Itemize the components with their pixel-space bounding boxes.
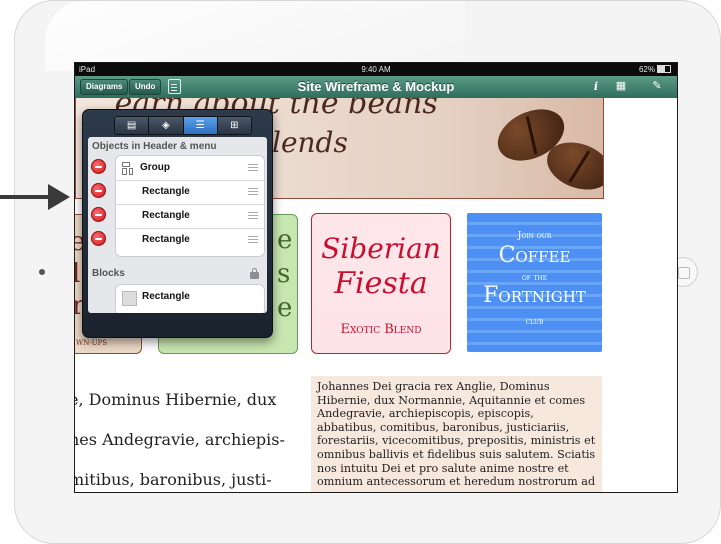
section-header-blocks: Blocks bbox=[92, 268, 125, 279]
red-card-line3: Exotic Blend bbox=[340, 322, 422, 337]
blue-card-line2: Coffee bbox=[498, 243, 571, 268]
group-icon bbox=[122, 162, 136, 175]
popover-list: Objects in Header & menu Group Rectangle… bbox=[88, 137, 267, 313]
objects-list: Group Rectangle Rectangle Rectangle bbox=[115, 155, 265, 257]
green-card-text: e bbox=[277, 225, 293, 255]
callout-arrow-head bbox=[48, 184, 70, 210]
list-item-label: Rectangle bbox=[142, 210, 190, 221]
status-bar: iPad 9:40 AM 62% bbox=[75, 63, 677, 76]
frame-sheen bbox=[45, 1, 465, 71]
brown-card-text: l bbox=[75, 259, 80, 289]
list-item-rectangle[interactable]: Rectangle bbox=[116, 180, 264, 205]
rectangle-swatch-icon bbox=[122, 291, 137, 306]
section-header-objects: Objects in Header & menu bbox=[92, 141, 217, 152]
siberian-fiesta-card[interactable]: Siberian Fiesta Exotic Blend bbox=[311, 213, 451, 354]
list-item-group[interactable]: Group bbox=[116, 156, 264, 181]
delete-icon[interactable] bbox=[91, 231, 106, 246]
reorder-icon[interactable] bbox=[248, 236, 258, 244]
red-card-line1: Siberian bbox=[321, 232, 441, 265]
blue-card-line4: Fortnight bbox=[483, 283, 586, 308]
blue-card-line1: Join our bbox=[517, 231, 552, 241]
camera-dot bbox=[39, 269, 45, 275]
list-item-rectangle[interactable]: Rectangle bbox=[116, 228, 264, 252]
block-item[interactable]: Rectangle bbox=[115, 284, 265, 313]
ipad-screen: iPad 9:40 AM 62% Diagrams Undo Site Wire… bbox=[74, 62, 678, 493]
pencil-icon[interactable]: ✎ bbox=[645, 79, 669, 94]
brown-card-small-text: WN-UPS bbox=[76, 339, 108, 347]
block-item-label: Rectangle bbox=[142, 291, 190, 302]
list-item-label: Rectangle bbox=[142, 234, 190, 245]
red-card-line2: Fiesta bbox=[334, 266, 428, 301]
callout-arrow-line bbox=[0, 195, 50, 199]
battery-icon bbox=[657, 65, 671, 73]
latin-text: Johannes Dei gracia rex Anglie, Dominus … bbox=[317, 380, 596, 489]
grid-icon[interactable]: ▦ bbox=[613, 79, 629, 94]
grid-view-icon[interactable]: ⊞ bbox=[217, 117, 251, 134]
list-item-label: Group bbox=[140, 162, 170, 173]
delete-icon[interactable] bbox=[91, 183, 106, 198]
green-card-text: s bbox=[277, 259, 291, 289]
nav-bar: Diagrams Undo Site Wireframe & Mockup i … bbox=[75, 76, 677, 99]
delete-icon[interactable] bbox=[91, 159, 106, 174]
status-battery: 62% bbox=[639, 63, 671, 76]
body-text-line: e, Dominus Hibernie, dux bbox=[74, 390, 277, 409]
reorder-icon[interactable] bbox=[248, 188, 258, 196]
coffee-fortnight-card[interactable]: Join our Coffee of the Fortnight club bbox=[467, 213, 602, 352]
body-text-line: nes Andegravie, archiepis- bbox=[74, 430, 285, 449]
banner-text: lends bbox=[272, 126, 348, 159]
layers-popover[interactable]: ▤ ◈ ☰ ⊞ Objects in Header & menu Group R… bbox=[82, 109, 273, 338]
reorder-icon[interactable] bbox=[248, 212, 258, 220]
list-icon[interactable]: ☰ bbox=[183, 117, 218, 134]
status-time: 9:40 AM bbox=[361, 65, 391, 74]
latin-text-block[interactable]: Johannes Dei gracia rex Anglie, Dominus … bbox=[311, 376, 602, 492]
popover-segmented-control[interactable]: ▤ ◈ ☰ ⊞ bbox=[114, 116, 252, 135]
home-square-icon bbox=[678, 267, 690, 279]
battery-percent: 62% bbox=[638, 65, 655, 74]
pages-icon[interactable]: ▤ bbox=[115, 117, 150, 134]
layers-icon[interactable]: ◈ bbox=[149, 117, 184, 134]
blue-card-line5: club bbox=[525, 317, 544, 326]
body-text-line: mitibus, baronibus, justi- bbox=[74, 470, 272, 489]
list-item-rectangle[interactable]: Rectangle bbox=[116, 204, 264, 229]
delete-icon[interactable] bbox=[91, 207, 106, 222]
list-item-label: Rectangle bbox=[142, 186, 190, 197]
lock-icon[interactable] bbox=[250, 268, 259, 279]
info-icon[interactable]: i bbox=[588, 79, 604, 94]
blue-card-line3: of the bbox=[521, 273, 548, 282]
page-title: Site Wireframe & Mockup bbox=[297, 79, 455, 94]
green-card-text: e bbox=[277, 293, 293, 323]
reorder-icon[interactable] bbox=[248, 164, 258, 172]
